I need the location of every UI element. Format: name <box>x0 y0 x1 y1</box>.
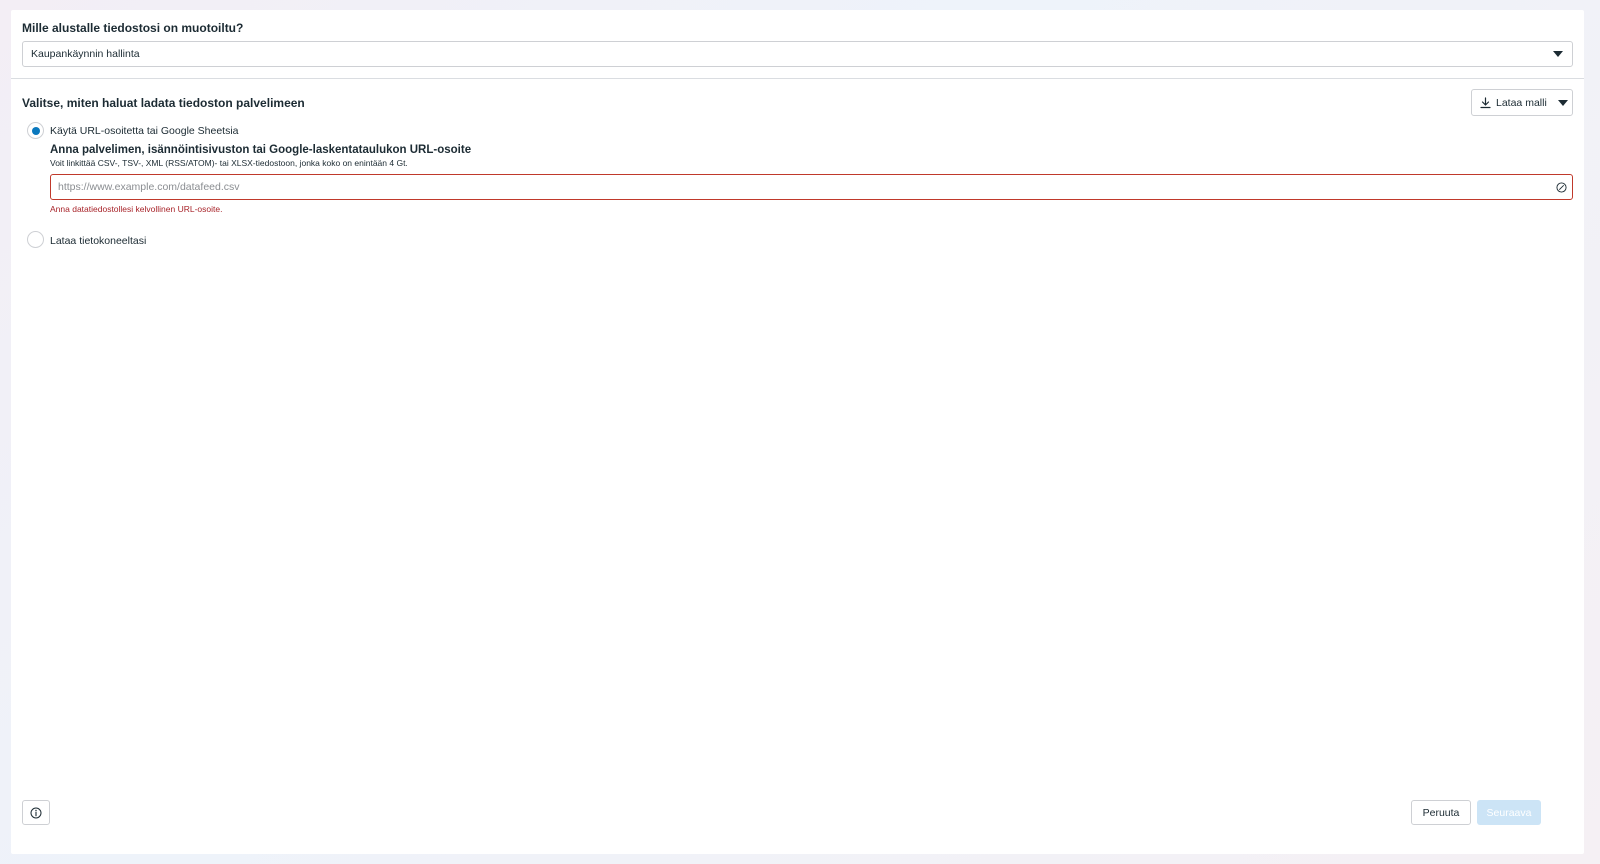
dialog-panel: Mille alustalle tiedostosi on muotoiltu?… <box>11 10 1584 854</box>
upload-method-title: Valitse, miten haluat ladata tiedoston p… <box>22 96 305 110</box>
download-template-label: Lataa malli <box>1496 96 1547 109</box>
url-field-title: Anna palvelimen, isännöintisivuston tai … <box>50 144 472 156</box>
radio-url-label[interactable]: Käytä URL-osoitetta tai Google Sheetsia <box>50 125 239 137</box>
download-icon <box>1480 96 1491 108</box>
chevron-down-icon <box>1553 51 1563 57</box>
format-select-value: Kaupankäynnin hallinta <box>31 48 140 60</box>
radio-computer-option[interactable] <box>27 231 44 248</box>
radio-computer-label[interactable]: Lataa tietokoneeltasi <box>50 235 146 247</box>
next-button[interactable]: Seuraava <box>1477 800 1541 825</box>
url-field-description: Voit linkittää CSV-, TSV-, XML (RSS/ATOM… <box>50 158 408 168</box>
section-divider <box>11 78 1584 79</box>
format-question-title: Mille alustalle tiedostosi on muotoiltu? <box>22 21 244 35</box>
download-template-button[interactable]: Lataa malli <box>1471 89 1573 116</box>
url-error-message: Anna datatiedostollesi kelvollinen URL-o… <box>50 204 223 214</box>
cancel-button[interactable]: Peruuta <box>1411 800 1471 825</box>
format-select[interactable]: Kaupankäynnin hallinta <box>22 41 1573 67</box>
radio-url-option[interactable] <box>27 122 44 139</box>
info-icon <box>30 807 42 818</box>
url-input[interactable] <box>50 174 1573 200</box>
info-button[interactable] <box>22 800 50 825</box>
chevron-down-icon <box>1557 99 1568 106</box>
error-icon <box>1556 182 1567 193</box>
